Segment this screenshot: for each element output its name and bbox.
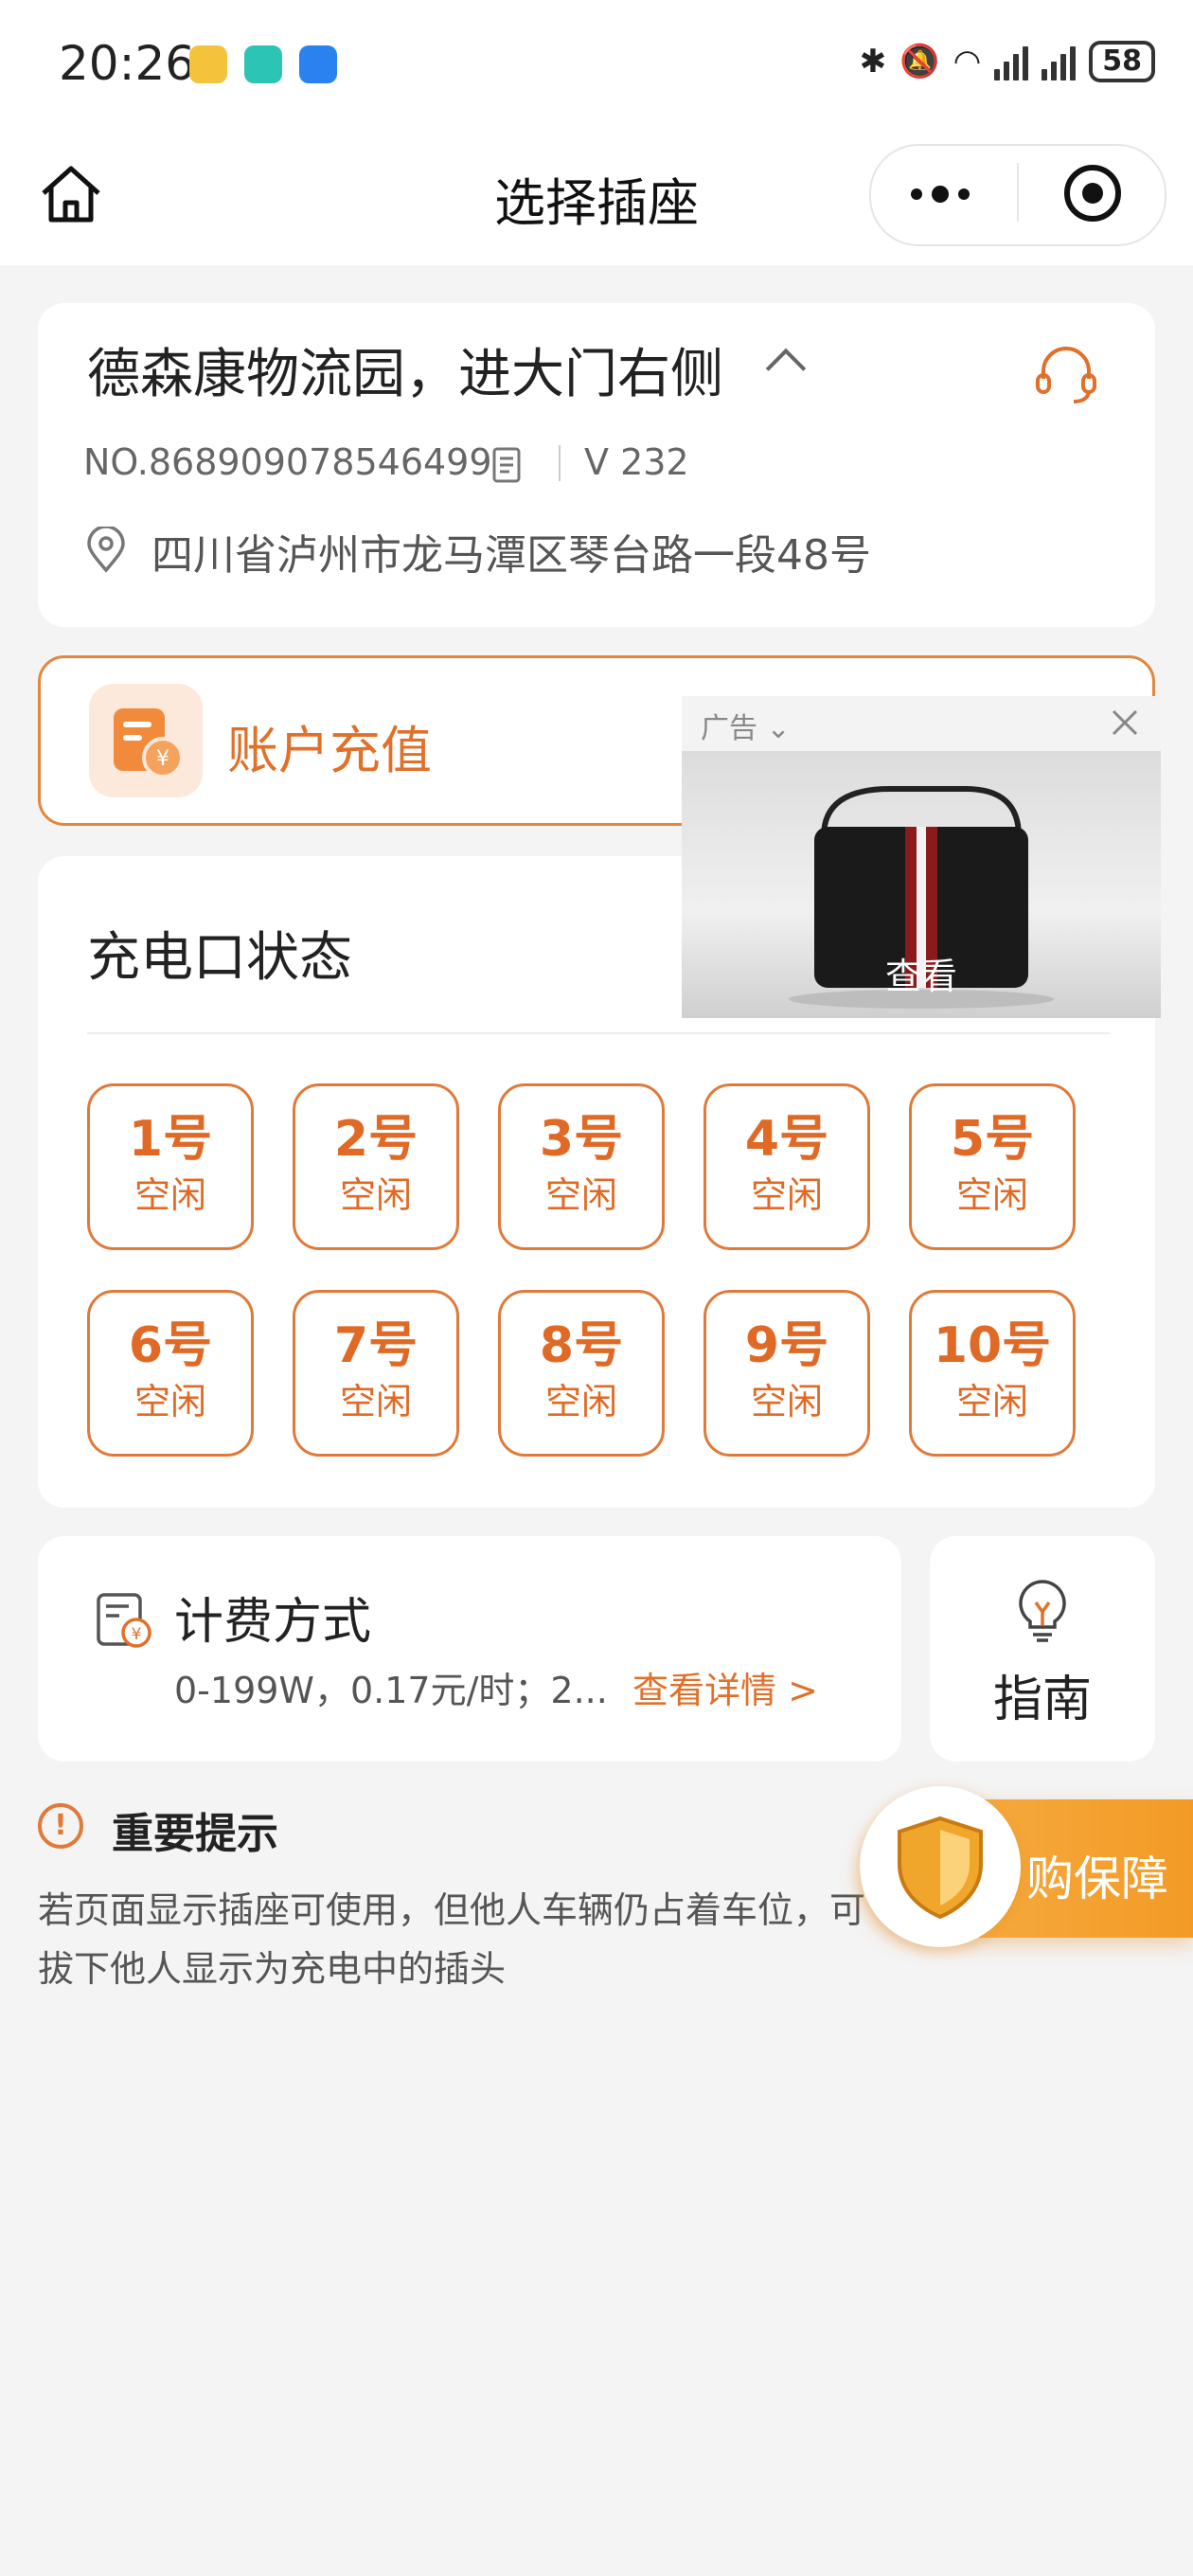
location-icon bbox=[87, 527, 125, 573]
battery-icon: 58 bbox=[1089, 41, 1155, 82]
signal-icon bbox=[994, 43, 1029, 80]
more-icon[interactable] bbox=[911, 186, 970, 203]
svg-text:¥: ¥ bbox=[156, 747, 169, 771]
port-8-button[interactable]: 8号 空闲 bbox=[498, 1290, 665, 1457]
ad-view-button[interactable]: 查看 bbox=[682, 947, 1161, 999]
copy-icon[interactable] bbox=[490, 445, 526, 485]
wifi-icon: ◠ bbox=[953, 43, 982, 80]
lightbulb-icon bbox=[1019, 1580, 1066, 1642]
recharge-label[interactable]: 账户充值 bbox=[227, 708, 432, 783]
port-1-button[interactable]: 1号 空闲 bbox=[87, 1083, 254, 1250]
capsule-divider bbox=[1017, 163, 1019, 222]
device-number: NO.868909078546499 bbox=[83, 441, 492, 483]
svg-text:¥: ¥ bbox=[132, 1625, 142, 1644]
customer-service-icon[interactable] bbox=[1032, 341, 1100, 409]
mute-icon: 🔕 bbox=[899, 43, 940, 80]
bluetooth-icon: ✱ bbox=[859, 43, 887, 80]
billing-title: 计费方式 bbox=[174, 1594, 372, 1651]
signal-icon bbox=[1042, 43, 1077, 80]
station-address: 四川省泸州市龙马潭区琴台路一段48号 bbox=[151, 531, 871, 580]
port-2-button[interactable]: 2号 空闲 bbox=[293, 1083, 459, 1250]
port-3-button[interactable]: 3号 空闲 bbox=[498, 1083, 665, 1250]
port-7-button[interactable]: 7号 空闲 bbox=[293, 1290, 459, 1457]
shield-icon bbox=[898, 1816, 983, 1920]
close-miniapp-icon[interactable] bbox=[1064, 165, 1121, 222]
mail-app-icon bbox=[189, 45, 227, 83]
version-label: V 232 bbox=[584, 441, 689, 483]
status-indicators: ✱ 🔕 ◠ 58 bbox=[860, 38, 1155, 85]
warning-icon: ! bbox=[38, 1803, 83, 1849]
port-9-button[interactable]: 9号 空闲 bbox=[703, 1290, 870, 1457]
ports-title: 充电口状态 bbox=[87, 927, 352, 989]
port-4-button[interactable]: 4号 空闲 bbox=[703, 1083, 870, 1250]
port-10-button[interactable]: 10号 空闲 bbox=[909, 1290, 1076, 1457]
mi-home-app-icon bbox=[244, 45, 282, 83]
billing-card[interactable] bbox=[38, 1536, 901, 1762]
divider bbox=[87, 1032, 1110, 1034]
ad-tag[interactable]: 广告 ⌄ bbox=[701, 705, 791, 746]
port-5-button[interactable]: 5号 空闲 bbox=[909, 1083, 1076, 1250]
guide-label: 指南 bbox=[992, 1672, 1092, 1728]
view-details-link[interactable]: 查看详情 > bbox=[632, 1661, 818, 1713]
weather-app-icon bbox=[299, 45, 337, 83]
wallet-icon: ¥ bbox=[89, 684, 203, 797]
status-time: 20:26 bbox=[59, 36, 196, 91]
insurance-label[interactable]: 购保障 bbox=[1026, 1841, 1168, 1909]
close-icon[interactable] bbox=[1108, 706, 1142, 740]
port-6-button[interactable]: 6号 空闲 bbox=[87, 1290, 254, 1457]
notice-text: 若页面显示插座可使用，但他人车辆仍占着车位，可拔下他人显示为充电中的插头 bbox=[38, 1889, 866, 1990]
notice-title: 重要提示 bbox=[112, 1810, 278, 1858]
divider bbox=[559, 445, 561, 481]
billing-icon: ¥ bbox=[97, 1593, 151, 1648]
station-name: 德森康物流园，进大门右侧 bbox=[87, 344, 723, 405]
billing-description: 0-199W，0.17元/时；2... bbox=[174, 1670, 608, 1711]
